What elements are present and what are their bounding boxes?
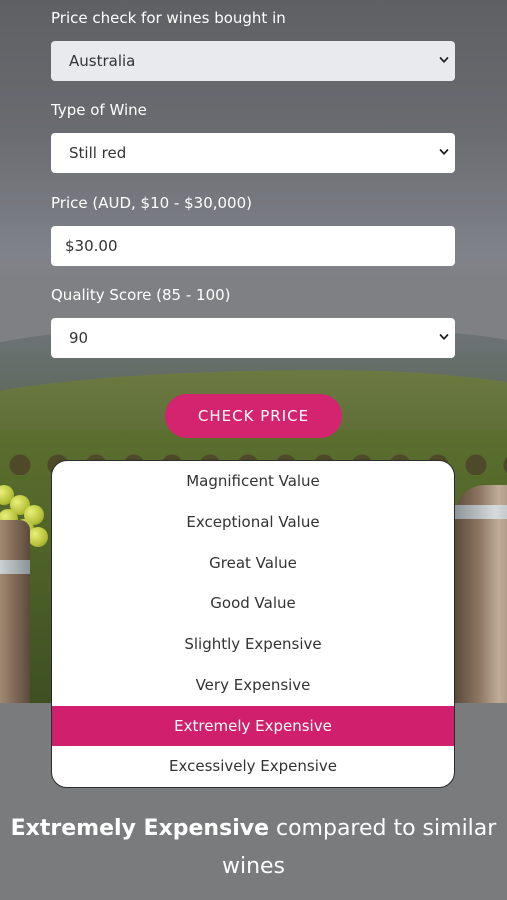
wine-type-label: Type of Wine <box>51 101 147 119</box>
chevron-down-icon <box>439 149 449 155</box>
country-select-value: Australia <box>69 52 136 70</box>
scale-item: Extremely Expensive <box>52 706 454 746</box>
quality-score-label: Quality Score (85 - 100) <box>51 286 231 304</box>
scale-item: Great Value <box>209 554 297 572</box>
result-verdict: Extremely Expensive <box>10 816 269 841</box>
value-scale: Magnificent Value Exceptional Value Grea… <box>51 460 455 788</box>
chevron-down-icon <box>439 334 449 340</box>
wine-type-select-value: Still red <box>69 144 127 162</box>
check-price-button[interactable]: CHECK PRICE <box>165 394 342 438</box>
quality-score-select-value: 90 <box>69 329 89 347</box>
wine-price-check-page: Price check for wines bought in Australi… <box>0 0 507 900</box>
scale-item: Exceptional Value <box>186 513 320 531</box>
wine-type-select[interactable]: Still red <box>51 133 455 173</box>
scale-item: Very Expensive <box>195 676 311 694</box>
barrel-band <box>455 505 507 519</box>
barrel-right-image <box>455 485 507 703</box>
scale-item: Magnificent Value <box>186 472 320 490</box>
country-label: Price check for wines bought in <box>51 9 286 27</box>
price-input[interactable] <box>51 226 455 266</box>
chevron-down-icon <box>439 57 449 63</box>
country-select[interactable]: Australia <box>51 41 455 81</box>
barrel-band <box>0 560 30 574</box>
scale-item: Slightly Expensive <box>184 635 322 653</box>
price-label: Price (AUD, $10 - $30,000) <box>51 194 252 212</box>
scale-item: Excessively Expensive <box>169 757 337 775</box>
scale-item: Good Value <box>210 594 296 612</box>
barrel-left-image <box>0 520 30 703</box>
result-text: Extremely Expensive compared to similar … <box>0 810 507 886</box>
quality-score-select[interactable]: 90 <box>51 318 455 358</box>
